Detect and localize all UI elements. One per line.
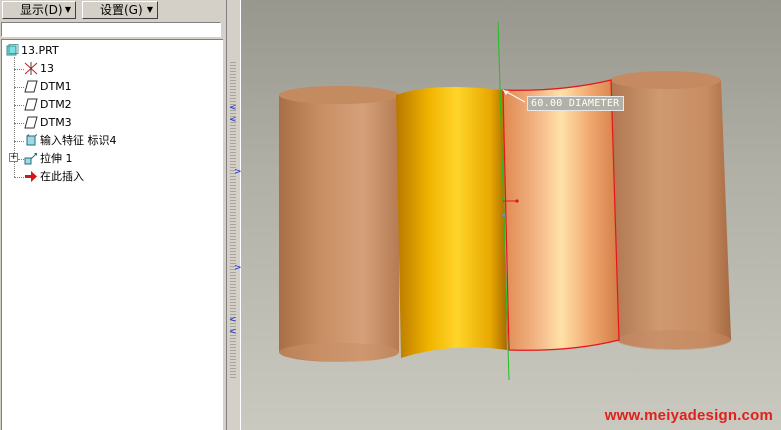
- tree-item-label: 13.PRT: [21, 44, 59, 57]
- settings-menu-button[interactable]: 设置(G) ▼: [82, 1, 158, 19]
- graphics-viewport[interactable]: 60.00 DIAMETER www.meiyadesign.com: [241, 0, 781, 430]
- import-feature-icon: [26, 134, 38, 146]
- tree-item-label: DTM2: [40, 98, 72, 111]
- part-icon: [6, 44, 19, 56]
- tree-connector: [14, 123, 24, 124]
- axis-marker: [515, 199, 519, 203]
- axis-marker: [502, 213, 506, 217]
- tree-connector: [14, 177, 24, 178]
- watermark: www.meiyadesign.com: [604, 407, 773, 424]
- collapse-left-icon[interactable]: <: [229, 316, 237, 325]
- pane-splitter[interactable]: < < > > < <: [226, 0, 242, 430]
- datum-plane-icon: [24, 80, 38, 93]
- tree-connector: [14, 87, 24, 88]
- datum-plane-icon: [24, 116, 38, 129]
- chevron-down-icon: ▼: [146, 5, 153, 14]
- dimension-label[interactable]: 60.00 DIAMETER: [527, 96, 624, 111]
- insert-here-arrow-icon: [25, 171, 37, 182]
- tree-item-label: DTM1: [40, 80, 72, 93]
- model-tree-pane: 显示(D) ▼ 设置(G) ▼ + 13.PRT 13 DTM1 DTM2 DT…: [0, 0, 226, 430]
- tree-filter-strip[interactable]: [1, 22, 221, 37]
- model-render[interactable]: [241, 0, 781, 430]
- selected-surface[interactable]: [502, 79, 620, 351]
- model-tree: + 13.PRT 13 DTM1 DTM2 DTM3 输入特征 标识4 拉伸 1…: [1, 39, 223, 430]
- csys-icon: [24, 62, 38, 75]
- settings-menu-label: 设置(G): [100, 3, 143, 17]
- show-menu-button[interactable]: 显示(D) ▼: [2, 1, 76, 19]
- tree-item-label: 13: [40, 62, 54, 75]
- cylinder-left[interactable]: [279, 86, 399, 362]
- cylinder-right[interactable]: [611, 71, 732, 350]
- collapse-left-icon[interactable]: <: [229, 116, 237, 125]
- show-menu-label: 显示(D): [20, 3, 63, 17]
- collapse-left-icon[interactable]: <: [229, 328, 237, 337]
- tree-item-label: DTM3: [40, 116, 72, 129]
- tree-item-label: 在此插入: [40, 170, 84, 183]
- axis-marker: [501, 197, 505, 201]
- tree-toolbar: 显示(D) ▼ 设置(G) ▼: [0, 0, 226, 20]
- tree-connector: [14, 69, 24, 70]
- extrude-icon: [24, 153, 37, 165]
- yellow-surface[interactable]: [396, 86, 507, 358]
- tree-item-label: 拉伸 1: [40, 152, 73, 165]
- expand-toggle[interactable]: +: [9, 153, 18, 162]
- tree-connector: [14, 141, 24, 142]
- tree-connector: [14, 105, 24, 106]
- chevron-down-icon: ▼: [64, 5, 71, 14]
- collapse-left-icon[interactable]: <: [229, 104, 237, 113]
- datum-plane-icon: [24, 98, 38, 111]
- tree-item-label: 输入特征 标识4: [40, 134, 117, 147]
